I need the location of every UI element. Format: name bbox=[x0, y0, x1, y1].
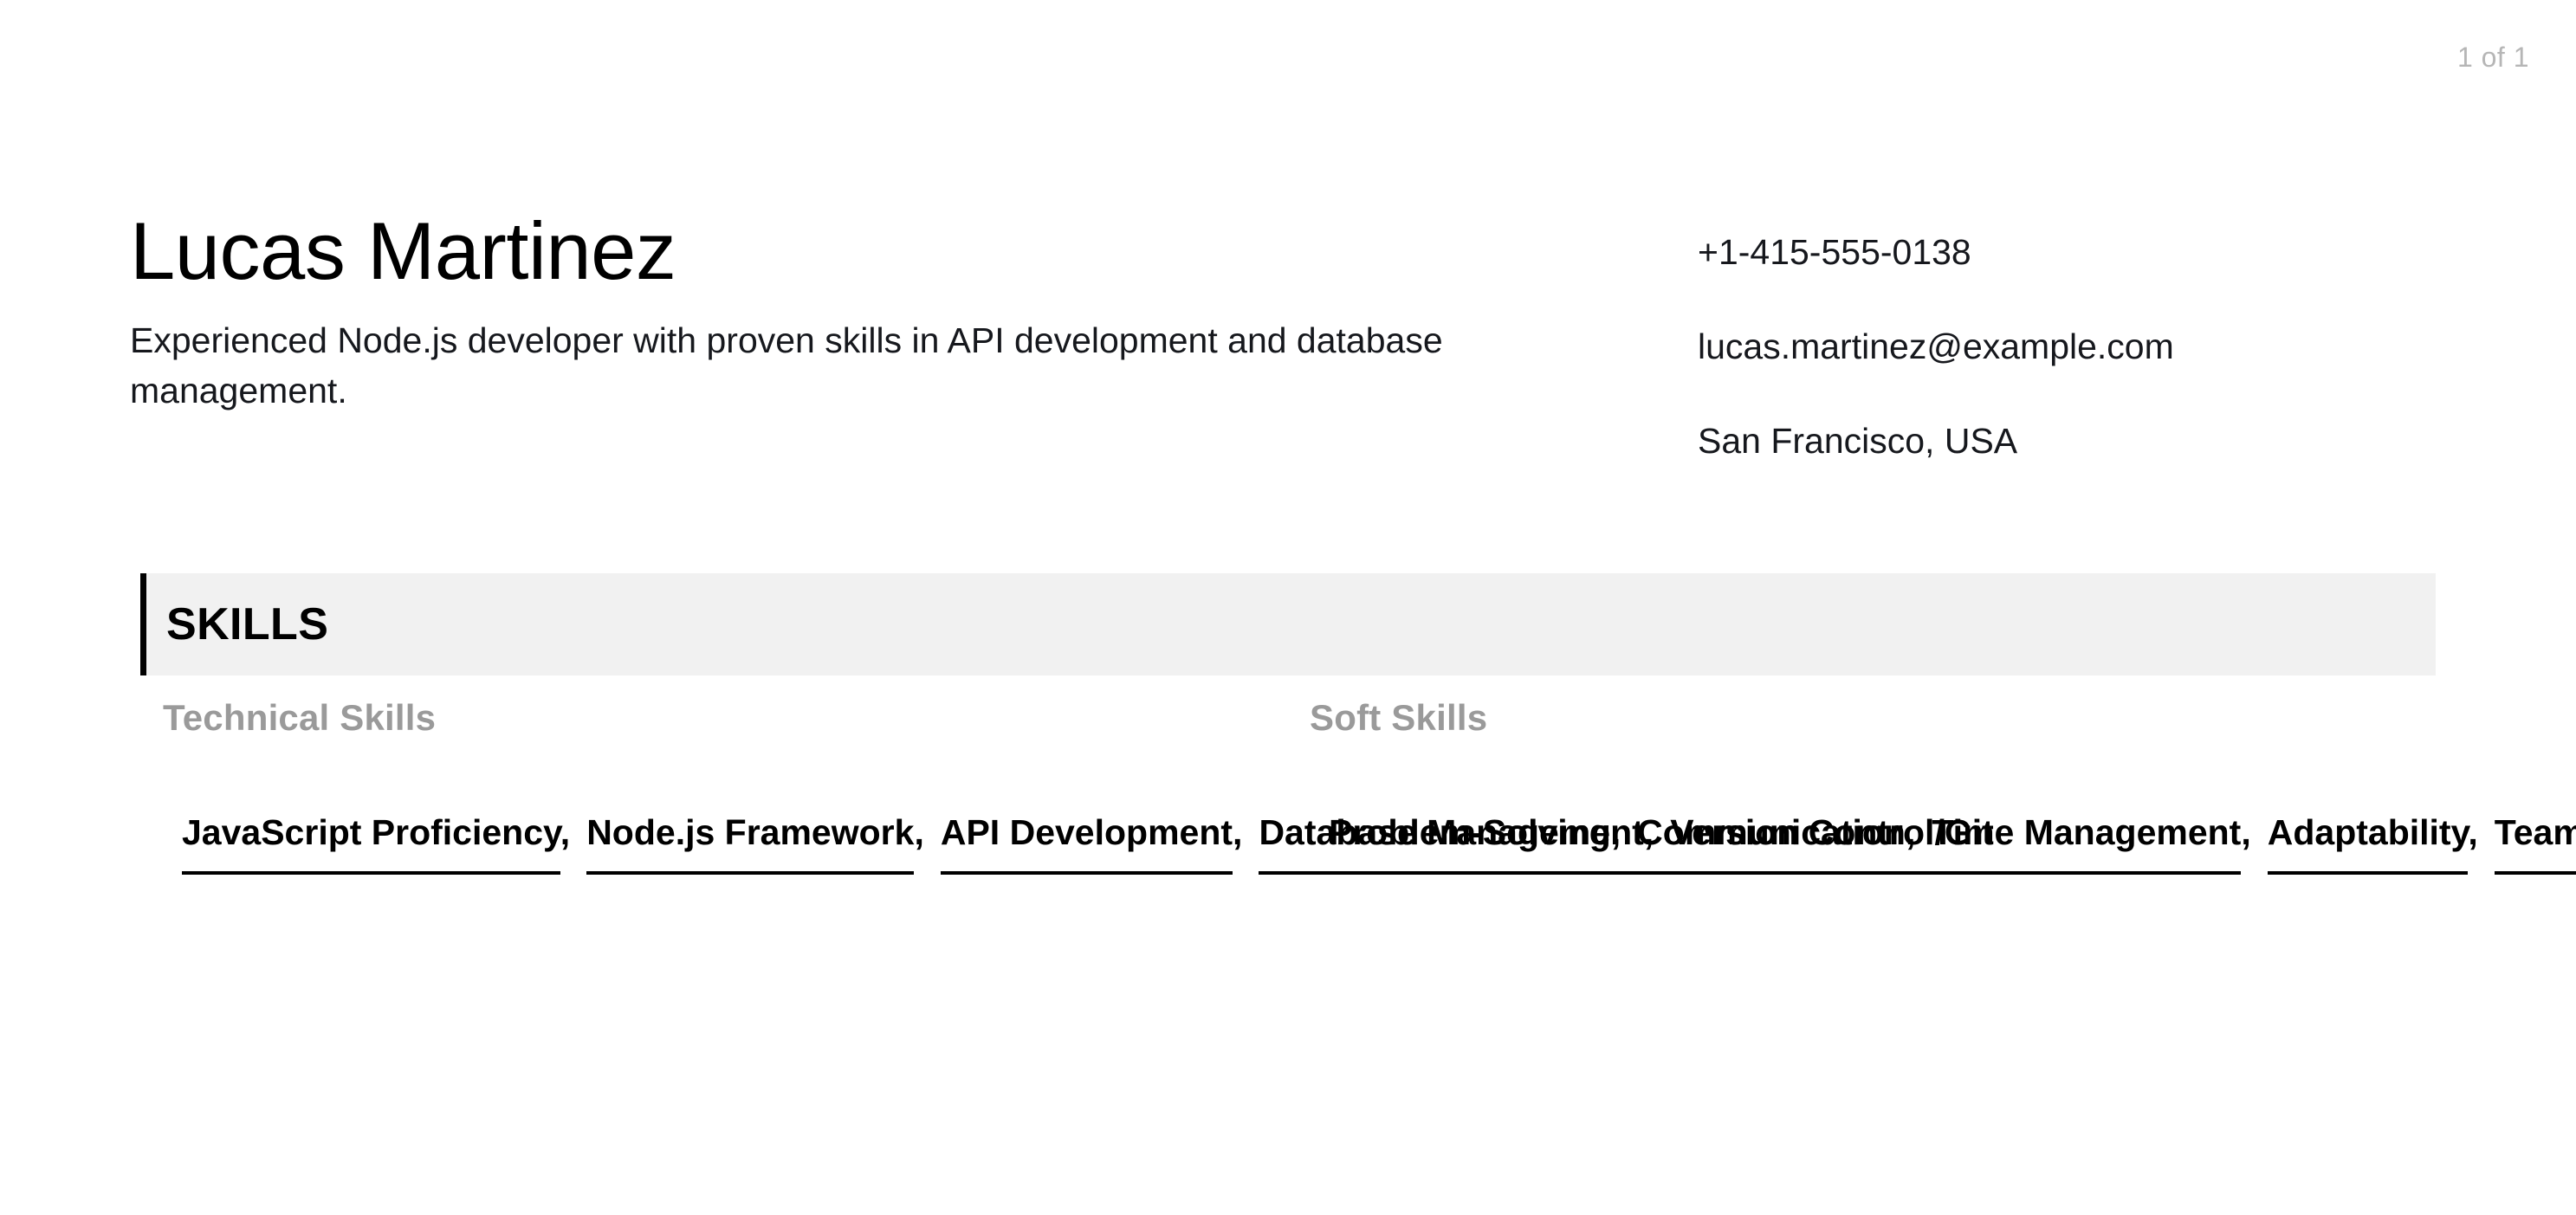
professional-summary: Experienced Node.js developer with prove… bbox=[130, 320, 1443, 410]
contact-phone: +1-415-555-0138 bbox=[1698, 232, 1971, 272]
resume-page: 1 of 1 Lucas Martinez Experienced Node.j… bbox=[0, 0, 2576, 1215]
skill-separator: , bbox=[914, 812, 924, 852]
skill-separator: , bbox=[560, 812, 571, 852]
contact-email: lucas.martinez@example.com bbox=[1698, 326, 2174, 367]
skill-separator: , bbox=[2468, 812, 2478, 852]
skill-item: Node.js Framework bbox=[586, 812, 915, 875]
skills-group-heading: Technical Skills bbox=[163, 697, 437, 738]
skills-grid: Technical Skills JavaScript Proficiency,… bbox=[163, 697, 2576, 902]
skills-section: SKILLS bbox=[140, 573, 2436, 675]
soft-skills-list: Problem-Solving, Communication, Time Manag… bbox=[1310, 774, 2576, 902]
section-header-bar: SKILLS bbox=[140, 573, 2436, 675]
identity-block: Lucas Martinez Experienced Node.js devel… bbox=[130, 208, 1698, 416]
skill-separator: , bbox=[2241, 812, 2251, 852]
skills-group-heading: Soft Skills bbox=[1310, 697, 1488, 738]
section-accent-bar bbox=[140, 573, 146, 675]
candidate-name: Lucas Martinez bbox=[130, 205, 676, 296]
skill-item: API Development bbox=[940, 812, 1233, 875]
resume-header: Lucas Martinez Experienced Node.js devel… bbox=[130, 208, 2446, 467]
skill-item: JavaScript Proficiency bbox=[182, 812, 560, 875]
skill-item: Time Management bbox=[1932, 812, 2242, 875]
skill-item: Problem-Solving bbox=[1329, 812, 1611, 875]
skill-item: Communication bbox=[1637, 812, 1906, 875]
skills-group-soft: Soft Skills Problem-Solving, Communicatio… bbox=[1310, 697, 2576, 902]
skills-group-technical: Technical Skills JavaScript Proficiency,… bbox=[163, 697, 1994, 902]
section-title: SKILLS bbox=[166, 599, 329, 650]
contact-location: San Francisco, USA bbox=[1698, 421, 2018, 462]
skill-item: Adaptability bbox=[2267, 812, 2469, 875]
skill-item: Team Collaboration bbox=[2494, 812, 2576, 875]
skill-separator: , bbox=[1905, 812, 1916, 852]
page-indicator: 1 of 1 bbox=[2456, 42, 2529, 73]
skill-separator: , bbox=[1610, 812, 1621, 852]
contact-block: +1-415-555-0138 lucas.martinez@example.c… bbox=[1698, 208, 2446, 467]
skill-separator: , bbox=[1233, 812, 1243, 852]
technical-skills-list: JavaScript Proficiency, Node.js Framework… bbox=[163, 774, 1994, 902]
